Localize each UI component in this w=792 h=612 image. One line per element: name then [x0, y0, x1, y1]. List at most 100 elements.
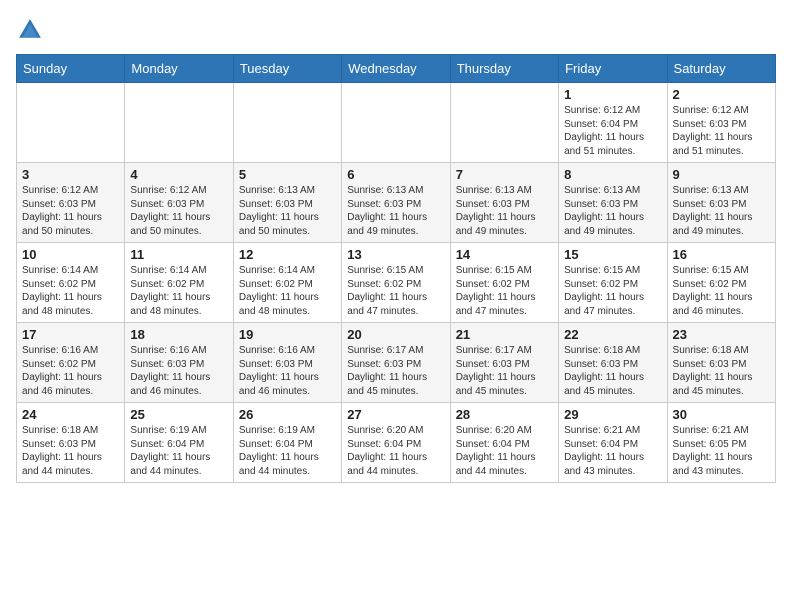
column-header-monday: Monday: [125, 55, 233, 83]
day-number: 21: [456, 327, 553, 342]
calendar-cell: [125, 83, 233, 163]
column-header-wednesday: Wednesday: [342, 55, 450, 83]
day-number: 16: [673, 247, 770, 262]
day-info: Sunrise: 6:18 AM Sunset: 6:03 PM Dayligh…: [673, 344, 770, 398]
day-info: Sunrise: 6:16 AM Sunset: 6:03 PM Dayligh…: [130, 344, 227, 398]
calendar-cell: 29Sunrise: 6:21 AM Sunset: 6:04 PM Dayli…: [559, 403, 667, 483]
calendar-cell: 26 Sunrise: 6:19 AM Sunset: 6:04 PM Dayli…: [233, 403, 341, 483]
column-header-friday: Friday: [559, 55, 667, 83]
day-info: Sunrise: 6:12 AM Sunset: 6:04 PM Dayligh…: [564, 104, 661, 158]
day-info: Sunrise: 6:19 AM Sunset: 6:04 PM Dayligh…: [239, 424, 336, 478]
day-info: Sunrise: 6:20 AM Sunset: 6:04 PM Dayligh…: [347, 424, 444, 478]
day-number: 9: [673, 167, 770, 182]
calendar-cell: 5 Sunrise: 6:13 AM Sunset: 6:03 PM Daylig…: [233, 163, 341, 243]
calendar-week-4: 17 Sunrise: 6:16 AM Sunset: 6:02 PM Dayli…: [17, 323, 776, 403]
calendar-cell: 23 Sunrise: 6:18 AM Sunset: 6:03 PM Dayli…: [667, 323, 775, 403]
day-number: 26: [239, 407, 336, 422]
day-number: 30: [673, 407, 770, 422]
day-info: Sunrise: 6:18 AM Sunset: 6:03 PM Dayligh…: [564, 344, 661, 398]
calendar-cell: 18 Sunrise: 6:16 AM Sunset: 6:03 PM Dayli…: [125, 323, 233, 403]
day-number: 5: [239, 167, 336, 182]
calendar-cell: 25 Sunrise: 6:19 AM Sunset: 6:04 PM Dayli…: [125, 403, 233, 483]
day-info: Sunrise: 6:14 AM Sunset: 6:02 PM Dayligh…: [130, 264, 227, 318]
calendar-cell: 21Sunrise: 6:17 AM Sunset: 6:03 PM Dayli…: [450, 323, 558, 403]
day-number: 3: [22, 167, 119, 182]
logo-icon: [16, 16, 44, 44]
calendar-cell: 6 Sunrise: 6:13 AM Sunset: 6:03 PM Daylig…: [342, 163, 450, 243]
day-number: 11: [130, 247, 227, 262]
day-info: Sunrise: 6:13 AM Sunset: 6:03 PM Dayligh…: [673, 184, 770, 238]
day-number: 10: [22, 247, 119, 262]
day-info: Sunrise: 6:14 AM Sunset: 6:02 PM Dayligh…: [22, 264, 119, 318]
day-number: 4: [130, 167, 227, 182]
calendar-cell: 3 Sunrise: 6:12 AM Sunset: 6:03 PM Daylig…: [17, 163, 125, 243]
day-info: Sunrise: 6:13 AM Sunset: 6:03 PM Dayligh…: [564, 184, 661, 238]
day-info: Sunrise: 6:15 AM Sunset: 6:02 PM Dayligh…: [564, 264, 661, 318]
day-number: 29: [564, 407, 661, 422]
day-info: Sunrise: 6:15 AM Sunset: 6:02 PM Dayligh…: [347, 264, 444, 318]
day-info: Sunrise: 6:15 AM Sunset: 6:02 PM Dayligh…: [456, 264, 553, 318]
day-info: Sunrise: 6:19 AM Sunset: 6:04 PM Dayligh…: [130, 424, 227, 478]
calendar-cell: 28 Sunrise: 6:20 AM Sunset: 6:04 PM Dayli…: [450, 403, 558, 483]
calendar-cell: 4 Sunrise: 6:12 AM Sunset: 6:03 PM Daylig…: [125, 163, 233, 243]
calendar-cell: 30 Sunrise: 6:21 AM Sunset: 6:05 PM Dayli…: [667, 403, 775, 483]
calendar-week-3: 10 Sunrise: 6:14 AM Sunset: 6:02 PM Dayli…: [17, 243, 776, 323]
calendar-cell: 17 Sunrise: 6:16 AM Sunset: 6:02 PM Dayli…: [17, 323, 125, 403]
day-number: 25: [130, 407, 227, 422]
calendar-cell: [342, 83, 450, 163]
day-number: 2: [673, 87, 770, 102]
column-header-thursday: Thursday: [450, 55, 558, 83]
calendar-cell: 7 Sunrise: 6:13 AM Sunset: 6:03 PM Daylig…: [450, 163, 558, 243]
day-number: 23: [673, 327, 770, 342]
calendar-week-5: 24 Sunrise: 6:18 AM Sunset: 6:03 PM Dayli…: [17, 403, 776, 483]
calendar-cell: 1 Sunrise: 6:12 AM Sunset: 6:04 PM Daylig…: [559, 83, 667, 163]
day-number: 13: [347, 247, 444, 262]
day-number: 18: [130, 327, 227, 342]
day-info: Sunrise: 6:12 AM Sunset: 6:03 PM Dayligh…: [22, 184, 119, 238]
calendar-cell: 9 Sunrise: 6:13 AM Sunset: 6:03 PM Daylig…: [667, 163, 775, 243]
day-info: Sunrise: 6:12 AM Sunset: 6:03 PM Dayligh…: [673, 104, 770, 158]
calendar-week-1: 1 Sunrise: 6:12 AM Sunset: 6:04 PM Daylig…: [17, 83, 776, 163]
day-number: 8: [564, 167, 661, 182]
day-number: 1: [564, 87, 661, 102]
day-number: 12: [239, 247, 336, 262]
calendar-cell: 24 Sunrise: 6:18 AM Sunset: 6:03 PM Dayli…: [17, 403, 125, 483]
calendar-cell: [17, 83, 125, 163]
calendar-cell: 11 Sunrise: 6:14 AM Sunset: 6:02 PM Dayli…: [125, 243, 233, 323]
day-number: 20: [347, 327, 444, 342]
day-number: 17: [22, 327, 119, 342]
calendar-week-2: 3 Sunrise: 6:12 AM Sunset: 6:03 PM Daylig…: [17, 163, 776, 243]
calendar-cell: [233, 83, 341, 163]
day-info: Sunrise: 6:13 AM Sunset: 6:03 PM Dayligh…: [456, 184, 553, 238]
calendar-cell: 16 Sunrise: 6:15 AM Sunset: 6:02 PM Dayli…: [667, 243, 775, 323]
calendar-cell: 22 Sunrise: 6:18 AM Sunset: 6:03 PM Dayli…: [559, 323, 667, 403]
day-info: Sunrise: 6:12 AM Sunset: 6:03 PM Dayligh…: [130, 184, 227, 238]
day-info: Sunrise: 6:16 AM Sunset: 6:03 PM Dayligh…: [239, 344, 336, 398]
calendar-cell: 15 Sunrise: 6:15 AM Sunset: 6:02 PM Dayli…: [559, 243, 667, 323]
day-number: 24: [22, 407, 119, 422]
logo: [16, 16, 48, 44]
day-number: 7: [456, 167, 553, 182]
day-info: Sunrise: 6:13 AM Sunset: 6:03 PM Dayligh…: [239, 184, 336, 238]
calendar-cell: 14 Sunrise: 6:15 AM Sunset: 6:02 PM Dayli…: [450, 243, 558, 323]
day-info: Sunrise: 6:15 AM Sunset: 6:02 PM Dayligh…: [673, 264, 770, 318]
column-header-sunday: Sunday: [17, 55, 125, 83]
day-info: Sunrise: 6:21 AM Sunset: 6:05 PM Dayligh…: [673, 424, 770, 478]
day-info: Sunrise: 6:20 AM Sunset: 6:04 PM Dayligh…: [456, 424, 553, 478]
day-number: 28: [456, 407, 553, 422]
calendar-cell: 13 Sunrise: 6:15 AM Sunset: 6:02 PM Dayli…: [342, 243, 450, 323]
day-number: 22: [564, 327, 661, 342]
day-number: 27: [347, 407, 444, 422]
calendar-cell: 10 Sunrise: 6:14 AM Sunset: 6:02 PM Dayli…: [17, 243, 125, 323]
calendar-header-row: SundayMondayTuesdayWednesdayThursdayFrid…: [17, 55, 776, 83]
day-info: Sunrise: 6:16 AM Sunset: 6:02 PM Dayligh…: [22, 344, 119, 398]
calendar-cell: [450, 83, 558, 163]
day-info: Sunrise: 6:14 AM Sunset: 6:02 PM Dayligh…: [239, 264, 336, 318]
day-number: 6: [347, 167, 444, 182]
day-info: Sunrise: 6:13 AM Sunset: 6:03 PM Dayligh…: [347, 184, 444, 238]
day-number: 14: [456, 247, 553, 262]
day-info: Sunrise: 6:18 AM Sunset: 6:03 PM Dayligh…: [22, 424, 119, 478]
day-number: 15: [564, 247, 661, 262]
day-number: 19: [239, 327, 336, 342]
calendar-cell: 27 Sunrise: 6:20 AM Sunset: 6:04 PM Dayli…: [342, 403, 450, 483]
